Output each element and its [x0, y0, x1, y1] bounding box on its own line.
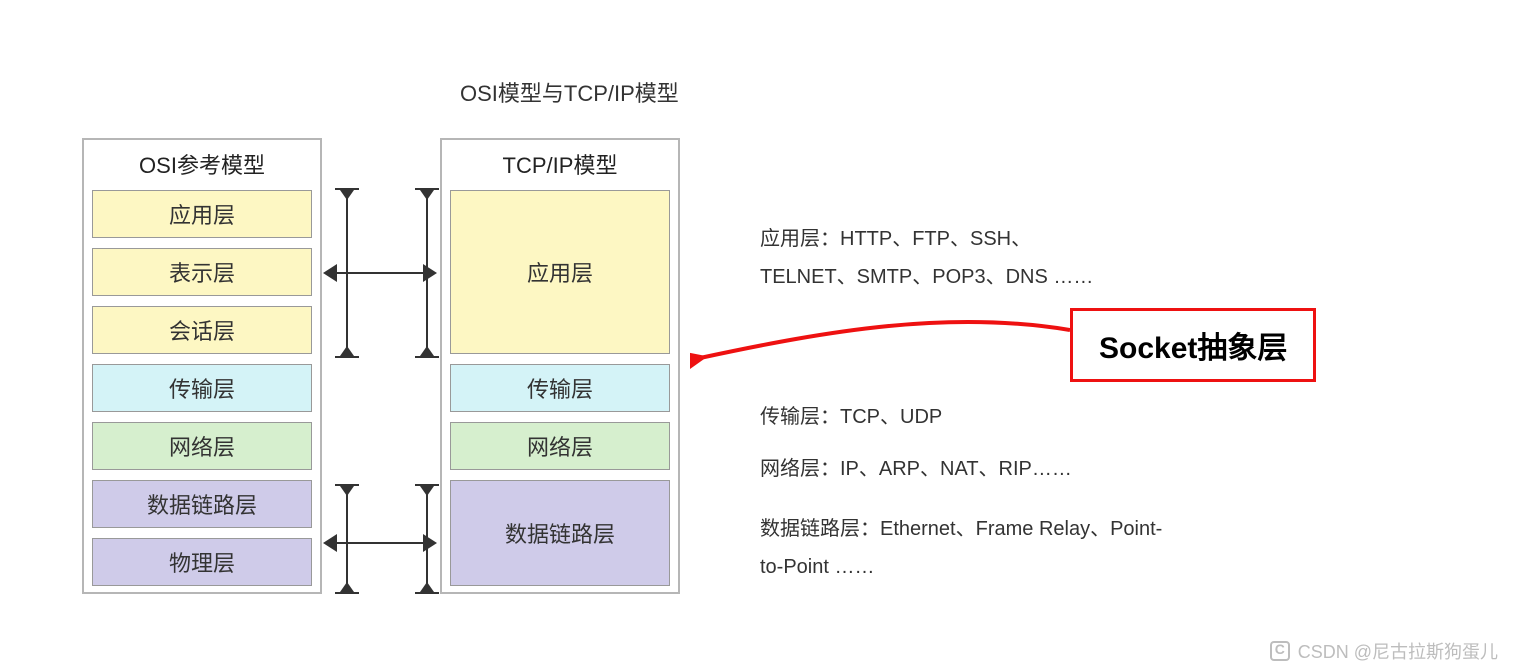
desc-datalink: 数据链路层：Ethernet、Frame Relay、Point-to-Poin…	[760, 510, 1180, 586]
span-bracket-left-bottom	[335, 484, 359, 594]
osi-layer-application: 应用层	[92, 190, 312, 238]
osi-layer-presentation: 表示层	[92, 248, 312, 296]
mapping-arrow-bottom	[325, 542, 435, 544]
csdn-logo-icon	[1270, 641, 1290, 661]
osi-layer-physical: 物理层	[92, 538, 312, 586]
tcpip-layer-transport: 传输层	[450, 364, 670, 412]
osi-layer-session: 会话层	[92, 306, 312, 354]
desc-application: 应用层：HTTP、FTP、SSH、TELNET、SMTP、POP3、DNS ……	[760, 220, 1120, 296]
tcpip-header: TCP/IP模型	[503, 148, 618, 180]
watermark-text: CSDN @尼古拉斯狗蛋儿	[1298, 638, 1498, 664]
tcpip-layer-network: 网络层	[450, 422, 670, 470]
tcpip-layer-application: 应用层	[450, 190, 670, 354]
socket-callout: Socket抽象层	[1070, 308, 1316, 382]
osi-header: OSI参考模型	[139, 148, 265, 180]
diagram-title: OSI模型与TCP/IP模型	[460, 76, 679, 108]
desc-network: 网络层：IP、ARP、NAT、RIP……	[760, 450, 1072, 488]
desc-transport: 传输层：TCP、UDP	[760, 398, 942, 436]
tcpip-column: TCP/IP模型 应用层 传输层 网络层 数据链路层	[440, 138, 680, 594]
tcpip-layer-datalink: 数据链路层	[450, 480, 670, 586]
osi-layer-datalink: 数据链路层	[92, 480, 312, 528]
osi-column: OSI参考模型 应用层 表示层 会话层 传输层 网络层 数据链路层 物理层	[82, 138, 322, 594]
callout-arrow-icon	[690, 300, 1070, 380]
osi-layer-transport: 传输层	[92, 364, 312, 412]
mapping-arrow-top	[325, 272, 435, 274]
watermark: CSDN @尼古拉斯狗蛋儿	[1270, 638, 1498, 664]
osi-layer-network: 网络层	[92, 422, 312, 470]
